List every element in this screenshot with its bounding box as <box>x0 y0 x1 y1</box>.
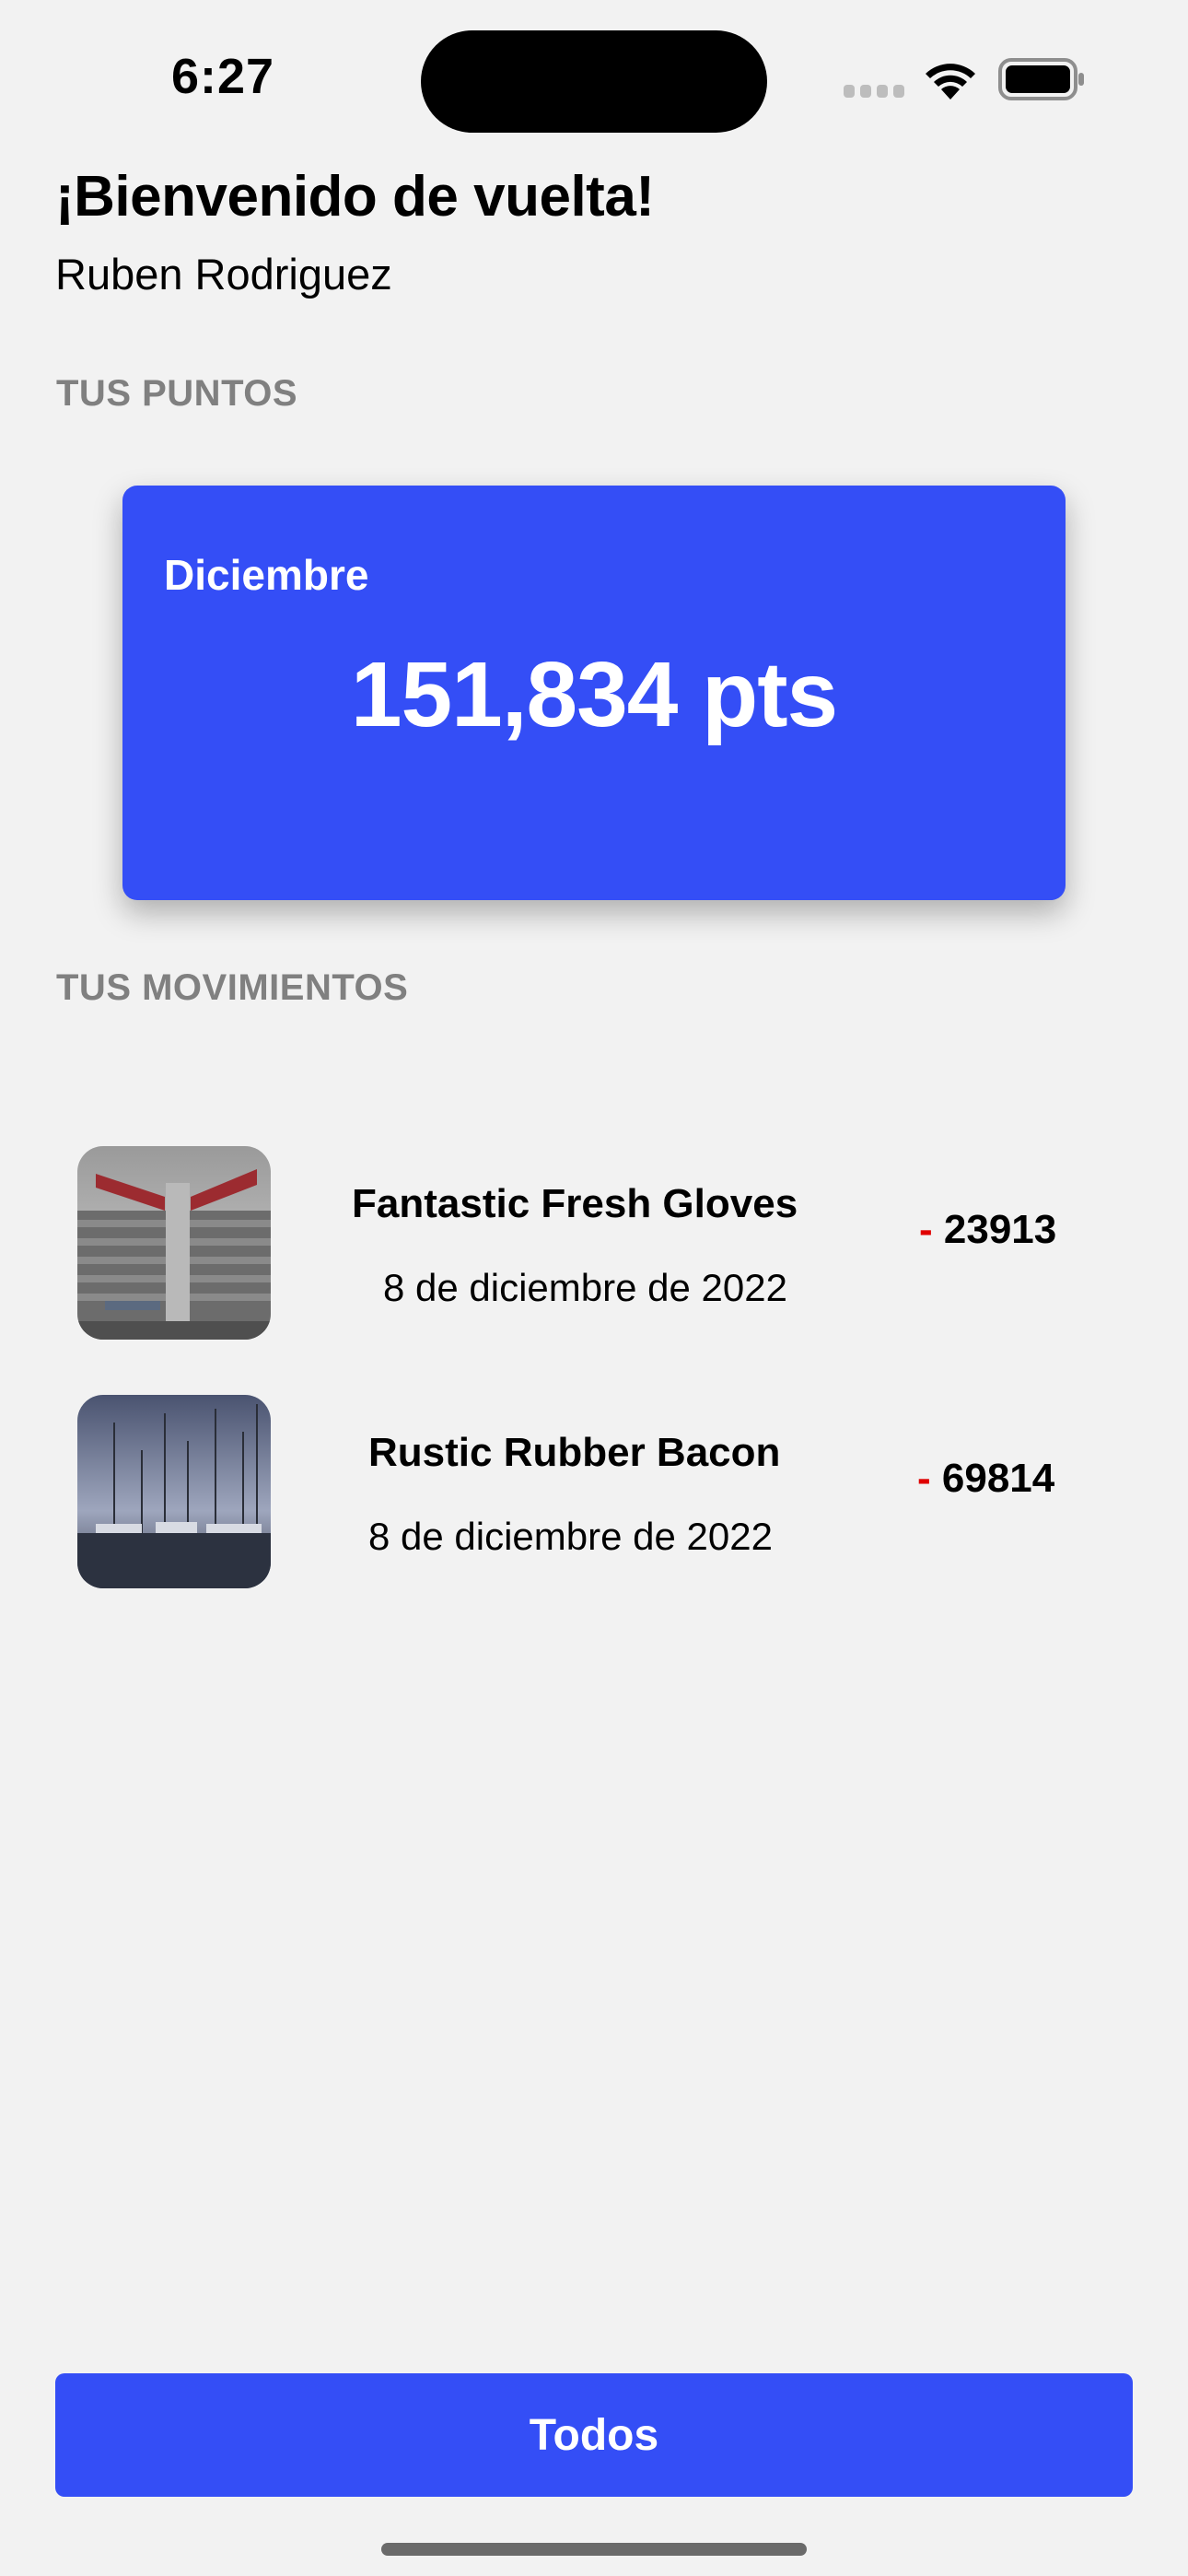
dynamic-island <box>421 30 767 133</box>
points-card[interactable]: Diciembre 151,834 pts <box>122 486 1066 900</box>
movement-title: Fantastic Fresh Gloves <box>352 1181 798 1226</box>
minus-sign: - <box>917 1456 931 1501</box>
movement-date: 8 de diciembre de 2022 <box>383 1266 787 1309</box>
points-month: Diciembre <box>164 551 369 599</box>
all-movements-button[interactable]: Todos <box>55 2373 1133 2497</box>
points-total: 151,834 pts <box>350 643 838 746</box>
movements-section-label: TUS MOVIMIENTOS <box>56 967 409 1008</box>
movement-amount: - 23913 <box>919 1207 1056 1253</box>
status-time: 6:27 <box>171 49 275 104</box>
home-indicator[interactable] <box>381 2543 807 2556</box>
points-section-label: TUS PUNTOS <box>56 373 298 414</box>
movement-row[interactable]: Rustic Rubber Bacon 8 de diciembre de 20… <box>77 1395 1081 1588</box>
welcome-title: ¡Bienvenido de vuelta! <box>55 165 655 228</box>
signal-icon <box>844 85 906 98</box>
movement-points: 23913 <box>943 1207 1057 1252</box>
wifi-icon <box>926 64 975 100</box>
minus-sign: - <box>919 1207 933 1252</box>
battery-icon <box>998 58 1084 100</box>
user-name: Ruben Rodriguez <box>55 250 392 299</box>
stadium-thumbnail <box>77 1146 271 1340</box>
movement-amount: - 69814 <box>917 1456 1054 1502</box>
movement-points: 69814 <box>941 1456 1055 1501</box>
movement-date: 8 de diciembre de 2022 <box>368 1515 773 1558</box>
movement-title: Rustic Rubber Bacon <box>368 1430 781 1475</box>
marina-thumbnail <box>77 1395 271 1588</box>
movement-row[interactable]: Fantastic Fresh Gloves 8 de diciembre de… <box>77 1146 1081 1340</box>
